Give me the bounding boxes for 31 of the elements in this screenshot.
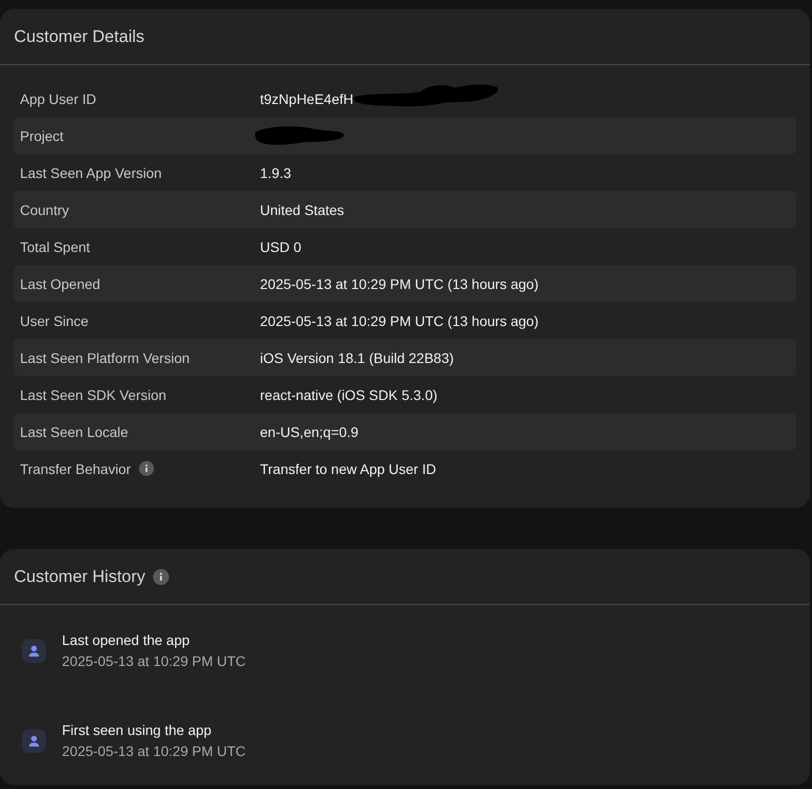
field-value: 2025-05-13 at 10:29 PM UTC (13 hours ago) [260,312,539,328]
field-value: USD 0 [260,238,302,254]
field-value: react-native (iOS SDK 5.3.0) [260,386,438,402]
event-title: Last opened the app [62,631,191,650]
field-label: Last Seen Platform Version [20,350,190,366]
event-time: 2025-05-13 at 10:29 PM UTC [62,742,246,761]
field-value: en-US,en;q=0.9 [260,424,358,440]
info-icon[interactable] [138,461,154,476]
field-value: 1.9.3 [260,164,292,180]
field-label: Last Seen App Version [20,164,162,180]
field-label: Last Seen Locale [20,424,128,440]
field-value: t9zNpHeE4efH [260,90,354,106]
event-title: First seen using the app [62,721,212,740]
field-label: Last Seen SDK Version [20,386,166,402]
field-value: United States [260,202,344,218]
card-title: Customer History [14,566,146,588]
info-icon[interactable] [153,568,170,584]
field-label: User Since [20,312,88,328]
field-label: Total Spent [20,238,90,254]
person-icon [22,638,46,662]
person-icon [22,728,46,752]
field-label: Country [20,202,70,218]
field-value: 2025-05-13 at 10:29 PM UTC (13 hours ago) [260,276,539,292]
event-time: 2025-05-13 at 10:29 PM UTC [62,652,246,671]
field-label: Transfer Behavior [20,460,131,476]
field-label: Project [20,128,64,144]
field-value: Transfer to new App User ID [260,460,436,476]
field-label: Last Opened [20,276,100,292]
field-value: iOS Version 18.1 (Build 22B83) [260,350,454,366]
card-title: Customer Details [14,26,144,48]
field-label: App User ID [20,90,96,106]
